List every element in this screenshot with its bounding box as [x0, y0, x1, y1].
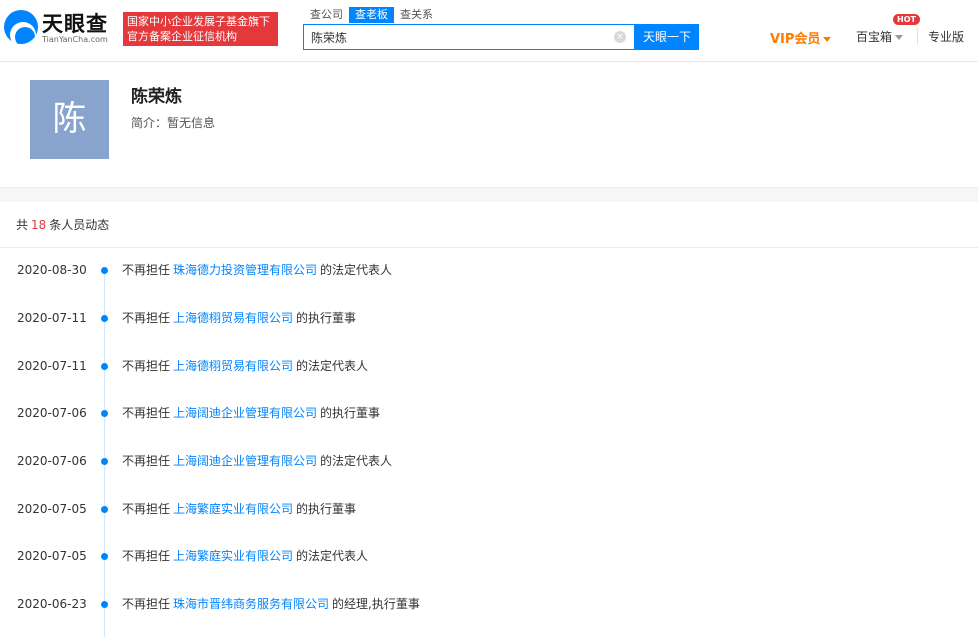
company-link[interactable]: 上海阔迪企业管理有限公司: [173, 454, 317, 468]
activity-date: 2020-07-05: [17, 549, 87, 563]
activity-role: 的执行董事: [320, 406, 381, 420]
official-org-badge[interactable]: 国家中小企业发展子基金旗下 官方备案企业征信机构: [123, 12, 278, 46]
list-item: 2020-06-23 不再担任 珠海市晋纬商务服务有限公司 的经理,执行董事: [0, 594, 978, 614]
timeline-dot-icon: [101, 458, 108, 465]
company-link[interactable]: 上海繁庭实业有限公司: [173, 549, 293, 563]
list-item: 2020-07-11 不再担任 上海德栩贸易有限公司 的执行董事: [0, 308, 978, 328]
activity-description: 不再担任 珠海市晋纬商务服务有限公司 的经理,执行董事: [122, 594, 420, 614]
activity-action: 不再担任: [122, 359, 171, 373]
list-item: 2020-07-11 不再担任 上海德栩贸易有限公司 的法定代表人: [0, 356, 978, 376]
activity-date: 2020-08-30: [17, 263, 87, 277]
activity-date: 2020-07-11: [17, 311, 87, 325]
activity-description: 不再担任 上海繁庭实业有限公司 的法定代表人: [122, 546, 368, 566]
person-activity-card: 共 18 条人员动态 2020-08-30 不再担任 珠海德力投资管理有限公司 的法定代…: [0, 202, 978, 637]
activity-action: 不再担任: [122, 454, 171, 468]
activity-count: 18: [31, 218, 47, 232]
list-item: 2020-08-30 不再担任 珠海德力投资管理有限公司 的法定代表人: [0, 260, 978, 280]
vip-member-menu[interactable]: VIP会员: [770, 28, 832, 47]
activity-description: 不再担任 上海阔迪企业管理有限公司 的执行董事: [122, 403, 380, 423]
list-item: 2020-07-05 不再担任 上海繁庭实业有限公司 的执行董事: [0, 499, 978, 519]
company-link[interactable]: 上海繁庭实业有限公司: [173, 502, 293, 516]
activity-date: 2020-07-11: [17, 359, 87, 373]
toolbox-label: 百宝箱: [856, 30, 893, 44]
activity-role: 的法定代表人: [320, 263, 393, 277]
company-link[interactable]: 上海德栩贸易有限公司: [173, 359, 293, 373]
logo-text: 天眼查: [42, 12, 108, 36]
activity-description: 不再担任 上海德栩贸易有限公司 的法定代表人: [122, 356, 368, 376]
list-item: 2020-07-06 不再担任 上海阔迪企业管理有限公司 的法定代表人: [0, 451, 978, 471]
chevron-down-icon: [895, 35, 904, 40]
company-link[interactable]: 珠海市晋纬商务服务有限公司: [173, 597, 329, 611]
activity-role: 的法定代表人: [320, 454, 393, 468]
activity-action: 不再担任: [122, 406, 171, 420]
intro-value: 暂无信息: [167, 116, 216, 130]
company-link[interactable]: 上海德栩贸易有限公司: [173, 311, 293, 325]
toolbox-menu[interactable]: 百宝箱: [856, 28, 904, 45]
tab-search-relation[interactable]: 查关系: [394, 7, 439, 23]
person-name: 陈荣炼: [131, 87, 182, 107]
timeline-dot-icon: [101, 506, 108, 513]
person-profile-card: 陈 陈荣炼 简介：暂无信息: [0, 62, 978, 188]
pro-version-link[interactable]: 专业版: [917, 28, 964, 45]
timeline-dot-icon: [101, 363, 108, 370]
activity-description: 不再担任 上海繁庭实业有限公司 的执行董事: [122, 499, 356, 519]
avatar: 陈: [30, 80, 109, 159]
list-item: 2020-07-05 不再担任 上海繁庭实业有限公司 的法定代表人: [0, 546, 978, 566]
activity-date: 2020-07-06: [17, 406, 87, 420]
vip-label: VIP会员: [770, 32, 821, 47]
timeline-dot-icon: [101, 315, 108, 322]
activity-date: 2020-06-23: [17, 597, 87, 611]
activity-role: 的经理,执行董事: [332, 597, 420, 611]
activity-action: 不再担任: [122, 311, 171, 325]
clear-icon[interactable]: ×: [614, 31, 626, 43]
activity-action: 不再担任: [122, 549, 171, 563]
count-suffix: 条人员动态: [49, 218, 110, 232]
activity-role: 的执行董事: [296, 311, 357, 325]
org-badge-line1: 国家中小企业发展子基金旗下: [127, 15, 270, 28]
org-badge-line2: 官方备案企业征信机构: [127, 30, 237, 43]
top-header: 天眼查 TianYanCha.com 国家中小企业发展子基金旗下 官方备案企业征…: [0, 0, 978, 62]
search-box: ×: [303, 24, 635, 50]
intro-label: 简介：: [131, 116, 168, 130]
activity-description: 不再担任 上海德栩贸易有限公司 的执行董事: [122, 308, 356, 328]
search-input[interactable]: [304, 25, 604, 49]
hot-badge: HOT: [893, 14, 920, 25]
chevron-down-icon: [823, 37, 832, 42]
tab-search-company[interactable]: 查公司: [304, 7, 349, 23]
activity-action: 不再担任: [122, 597, 171, 611]
tab-search-boss[interactable]: 查老板: [349, 7, 394, 23]
timeline-dot-icon: [101, 553, 108, 560]
search-button[interactable]: 天眼一下: [635, 24, 699, 50]
activity-action: 不再担任: [122, 502, 171, 516]
activity-action: 不再担任: [122, 263, 171, 277]
logo-subtext: TianYanCha.com: [42, 35, 108, 44]
company-link[interactable]: 上海阔迪企业管理有限公司: [173, 406, 317, 420]
timeline-dot-icon: [101, 601, 108, 608]
activity-date: 2020-07-06: [17, 454, 87, 468]
person-intro: 简介：暂无信息: [131, 114, 215, 131]
logo-eye-icon: [4, 10, 38, 44]
timeline-dot-icon: [101, 267, 108, 274]
activity-role: 的执行董事: [296, 502, 357, 516]
timeline-dot-icon: [101, 410, 108, 417]
activity-description: 不再担任 上海阔迪企业管理有限公司 的法定代表人: [122, 451, 392, 471]
company-link[interactable]: 珠海德力投资管理有限公司: [173, 263, 317, 277]
list-item: 2020-07-06 不再担任 上海阔迪企业管理有限公司 的执行董事: [0, 403, 978, 423]
activity-description: 不再担任 珠海德力投资管理有限公司 的法定代表人: [122, 260, 392, 280]
search-type-tabs: 查公司 查老板 查关系: [304, 7, 439, 23]
activity-date: 2020-07-05: [17, 502, 87, 516]
count-prefix: 共: [16, 218, 29, 232]
site-logo[interactable]: 天眼查 TianYanCha.com: [4, 10, 118, 46]
activity-role: 的法定代表人: [296, 549, 369, 563]
activity-count-header: 共 18 条人员动态: [0, 202, 978, 248]
activity-role: 的法定代表人: [296, 359, 369, 373]
